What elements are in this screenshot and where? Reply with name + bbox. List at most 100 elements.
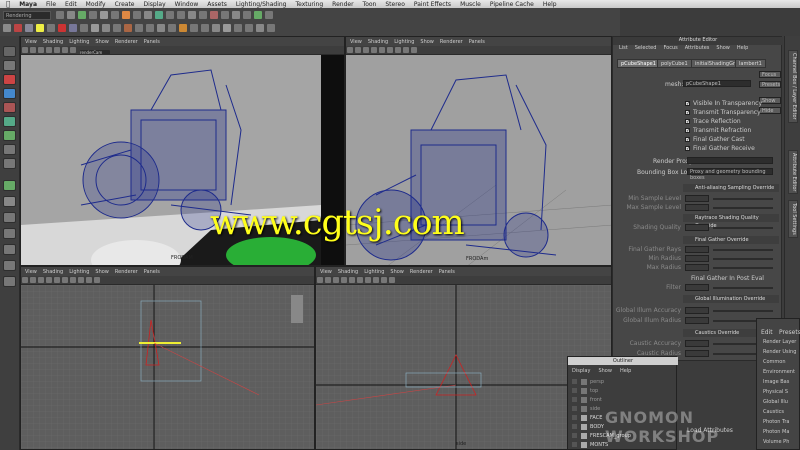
ae-menu-focus[interactable]: Focus bbox=[663, 45, 677, 51]
outliner-menu-show[interactable]: Show bbox=[598, 368, 612, 374]
render-proxy-field[interactable] bbox=[687, 157, 773, 164]
menu-edit[interactable]: Edit bbox=[65, 1, 77, 8]
status-line-icon[interactable] bbox=[243, 11, 251, 19]
menu-maya[interactable]: Maya bbox=[19, 1, 37, 8]
shelf-icon[interactable] bbox=[146, 24, 154, 32]
override-slider[interactable] bbox=[713, 267, 773, 269]
shelf-icon[interactable] bbox=[69, 24, 77, 32]
status-line-icon[interactable] bbox=[177, 11, 185, 19]
paint-select-icon[interactable] bbox=[3, 74, 16, 85]
shelf-icon[interactable] bbox=[223, 24, 231, 32]
shelf-icon[interactable] bbox=[80, 24, 88, 32]
shelf-icon[interactable] bbox=[201, 24, 209, 32]
status-line-icon[interactable] bbox=[78, 11, 86, 19]
render-stat-checkbox[interactable]: ✓ bbox=[685, 146, 690, 152]
menu-render[interactable]: Render bbox=[332, 1, 353, 8]
layout-persp-graph-icon[interactable] bbox=[3, 228, 16, 239]
menu-window[interactable]: Window bbox=[175, 1, 199, 8]
status-line-icon[interactable] bbox=[89, 11, 97, 19]
shelf-icon[interactable] bbox=[267, 24, 275, 32]
shelf-icon[interactable] bbox=[234, 24, 242, 32]
ae-menu-attributes[interactable]: Attributes bbox=[685, 45, 710, 51]
status-line-icon[interactable] bbox=[166, 11, 174, 19]
viewport-menu-lighting[interactable]: Lighting bbox=[364, 269, 384, 275]
layout-single-icon[interactable] bbox=[3, 180, 16, 191]
ae-menu-selected[interactable]: Selected bbox=[635, 45, 657, 51]
expand-toggle-icon[interactable] bbox=[572, 415, 577, 420]
status-line-icon[interactable] bbox=[122, 11, 130, 19]
menu-assets[interactable]: Assets bbox=[207, 1, 227, 8]
shelf-icon[interactable] bbox=[157, 24, 165, 32]
shelf-icon[interactable] bbox=[190, 24, 198, 32]
override-field-input[interactable] bbox=[685, 255, 709, 262]
override-slider[interactable] bbox=[713, 310, 773, 312]
render-settings-row[interactable]: Image Bas bbox=[763, 379, 789, 385]
status-line-icon[interactable] bbox=[67, 11, 75, 19]
menu-paint-effects[interactable]: Paint Effects bbox=[414, 1, 451, 8]
shelf-icon[interactable] bbox=[135, 24, 143, 32]
override-slider[interactable] bbox=[713, 198, 773, 200]
outliner-menu-display[interactable]: Display bbox=[572, 368, 590, 374]
status-line-icon[interactable] bbox=[210, 11, 218, 19]
outliner-row[interactable]: front bbox=[570, 396, 674, 404]
viewport-menu-renderer[interactable]: Renderer bbox=[115, 269, 138, 275]
render-stat-checkbox[interactable]: ✓ bbox=[685, 119, 690, 125]
status-line-icon[interactable] bbox=[155, 11, 163, 19]
status-line-icon[interactable] bbox=[56, 11, 64, 19]
render-settings-row[interactable]: Render Using bbox=[763, 349, 796, 355]
status-line-icon[interactable] bbox=[232, 11, 240, 19]
ae-menu-help[interactable]: Help bbox=[737, 45, 748, 51]
fg-post-check[interactable]: Final Gather In Post Eval bbox=[691, 275, 764, 282]
expand-toggle-icon[interactable] bbox=[572, 379, 577, 384]
status-line-icon[interactable] bbox=[254, 11, 262, 19]
viewport-menu-shading[interactable]: Shading bbox=[338, 269, 358, 275]
status-line-icon[interactable] bbox=[221, 11, 229, 19]
viewport-menu-shading[interactable]: Shading bbox=[368, 39, 388, 45]
render-stat-checkbox[interactable]: ✓ bbox=[685, 110, 690, 116]
shelf-icon[interactable] bbox=[58, 24, 66, 32]
menu-file[interactable]: File bbox=[46, 1, 56, 8]
viewport-bottom-left[interactable]: View Shading Lighting Show Renderer Panels bbox=[20, 266, 315, 450]
viewport-menu-panels[interactable]: Panels bbox=[144, 269, 160, 275]
ae-menu-list[interactable]: List bbox=[619, 45, 628, 51]
status-line-icon[interactable] bbox=[100, 11, 108, 19]
mesh-name-field[interactable]: pCubeShape1 bbox=[683, 80, 751, 87]
viewport-menu-view[interactable]: View bbox=[25, 269, 37, 275]
override-field-input[interactable] bbox=[685, 224, 709, 231]
viewport-menu-panels[interactable]: Panels bbox=[469, 39, 485, 45]
apple-icon[interactable]:  bbox=[6, 0, 10, 8]
expand-toggle-icon[interactable] bbox=[572, 424, 577, 429]
viewport-menu-view[interactable]: View bbox=[25, 39, 37, 45]
ae-focus-button[interactable]: Focus bbox=[759, 71, 781, 78]
ae-presets-button[interactable]: Presets bbox=[759, 81, 781, 88]
shelf-icon[interactable] bbox=[36, 24, 44, 32]
override-field-input[interactable] bbox=[685, 284, 709, 291]
menu-texturing[interactable]: Texturing bbox=[295, 1, 323, 8]
shelf-icon[interactable] bbox=[91, 24, 99, 32]
override-slider[interactable] bbox=[713, 249, 773, 251]
viewport-menu-shading[interactable]: Shading bbox=[43, 39, 63, 45]
ae-tab-3[interactable]: lambert1 bbox=[735, 59, 766, 68]
render-stat-checkbox[interactable]: ✓ bbox=[685, 128, 690, 134]
outliner-row[interactable]: top bbox=[570, 387, 674, 395]
shelf-icon[interactable] bbox=[102, 24, 110, 32]
ae-menu-show[interactable]: Show bbox=[716, 45, 730, 51]
ae-tab-0[interactable]: pCubeShape1 bbox=[617, 59, 660, 68]
menu-lighting-shading[interactable]: Lighting/Shading bbox=[236, 1, 287, 8]
menu-help[interactable]: Help bbox=[543, 1, 557, 8]
override-field-input[interactable] bbox=[685, 350, 709, 357]
scale-tool-icon[interactable] bbox=[3, 116, 16, 127]
override-slider[interactable] bbox=[713, 207, 773, 209]
shelf-icon[interactable] bbox=[3, 24, 11, 32]
viewport-menu-renderer[interactable]: Renderer bbox=[115, 39, 138, 45]
override-slider[interactable] bbox=[713, 227, 773, 229]
shelf-icon[interactable] bbox=[124, 24, 132, 32]
bbox-dropdown[interactable]: Proxy and geometry bounding boxes bbox=[687, 168, 773, 181]
expand-toggle-icon[interactable] bbox=[572, 433, 577, 438]
expand-toggle-icon[interactable] bbox=[572, 397, 577, 402]
ae-hide-button[interactable]: Hide bbox=[759, 107, 781, 114]
viewport-menu-view[interactable]: View bbox=[320, 269, 332, 275]
menu-pipeline-cache[interactable]: Pipeline Cache bbox=[490, 1, 534, 8]
layout-four-icon[interactable] bbox=[3, 196, 16, 207]
override-section[interactable]: Final Gather Override bbox=[683, 236, 779, 244]
